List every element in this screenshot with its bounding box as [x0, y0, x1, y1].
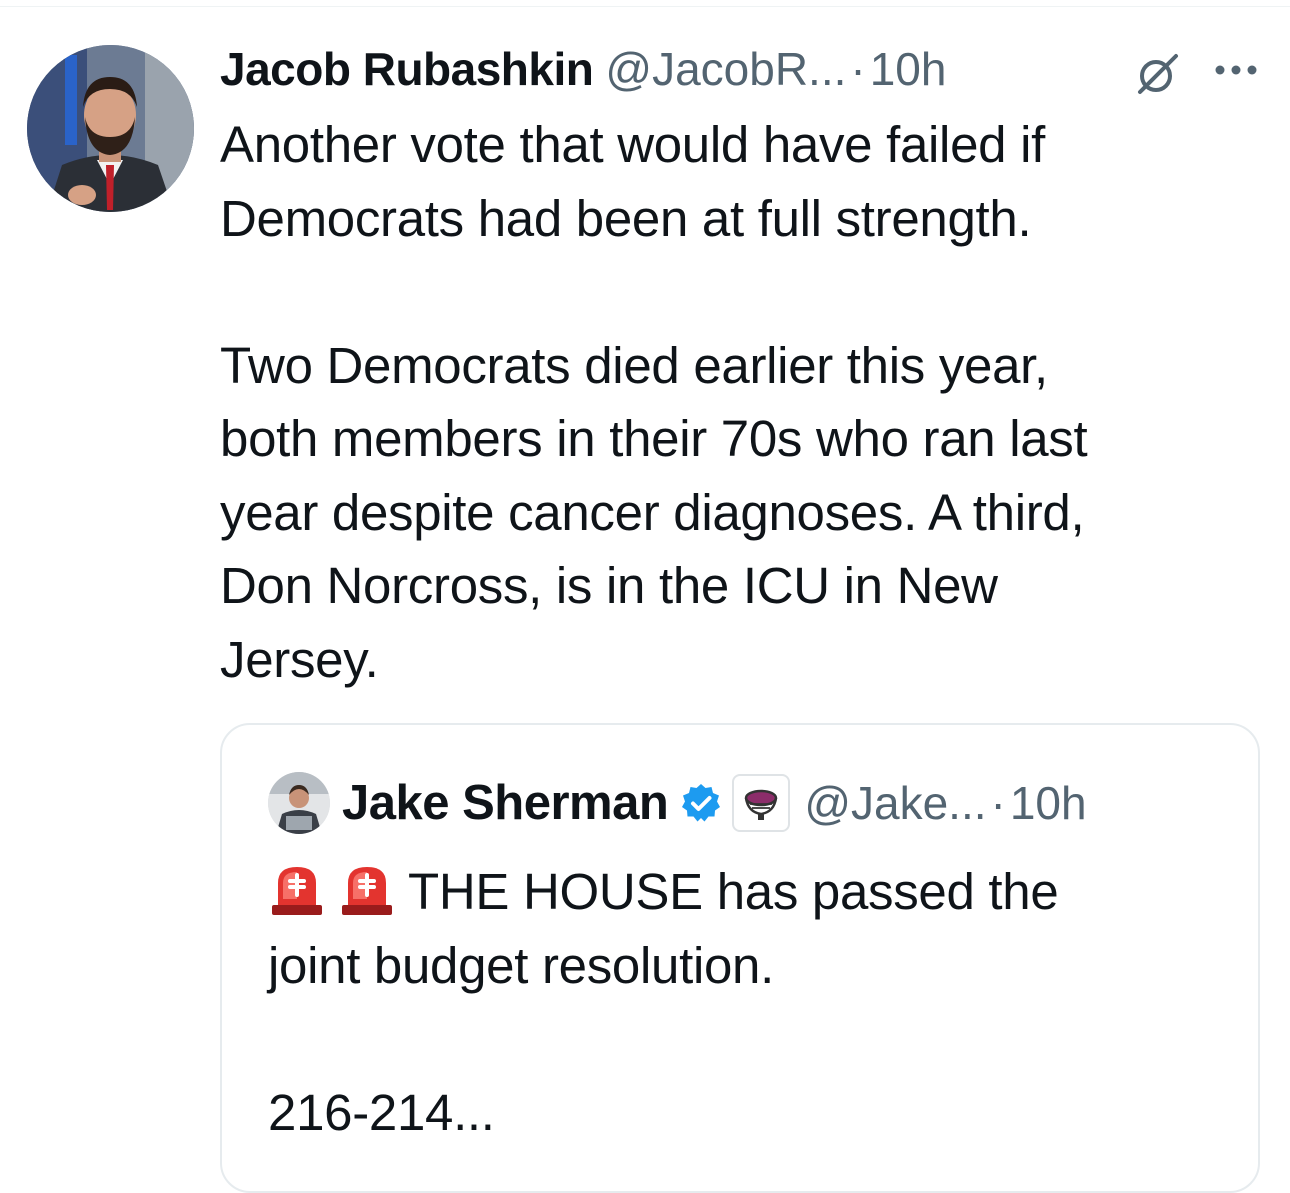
quoted-tweet-first-line: THE HOUSE has passed the: [268, 855, 1228, 929]
quoted-author-handle[interactable]: @Jake...: [804, 776, 986, 830]
author-avatar[interactable]: [27, 45, 194, 212]
verified-badge-icon[interactable]: [680, 782, 722, 824]
grok-icon[interactable]: [1132, 52, 1186, 96]
tweet-text: Another vote that would have failed if D…: [220, 116, 1088, 688]
quoted-tweet-timestamp[interactable]: 10h: [1010, 776, 1087, 830]
quoted-text-line1: THE HOUSE has passed the: [408, 863, 1059, 920]
quoted-avatar-image: [268, 772, 330, 834]
author-name[interactable]: Jacob Rubashkin: [220, 42, 594, 96]
quoted-author-avatar[interactable]: [268, 772, 330, 834]
quoted-text-rest: joint budget resolution. 216-214...: [268, 936, 774, 1141]
affiliate-badge-icon[interactable]: [732, 774, 791, 832]
siren-emoji-icon: [272, 867, 322, 915]
quoted-tweet-header: Jake Sherman @Jake... · 10h: [342, 773, 1087, 833]
top-divider: [0, 6, 1290, 7]
quoted-tweet-card[interactable]: Jake Sherman @Jake... · 10h THE HOUSE ha…: [220, 723, 1260, 1193]
tweet-header: Jacob Rubashkin @JacobR... · 10h: [220, 38, 946, 100]
more-options-icon[interactable]: [1212, 58, 1260, 82]
author-handle[interactable]: @JacobR...: [605, 42, 846, 96]
quoted-separator: ·: [990, 777, 1006, 829]
quoted-tweet-text: THE HOUSE has passed the joint budget re…: [268, 855, 1228, 1149]
quoted-author-name[interactable]: Jake Sherman: [342, 775, 669, 831]
tweet-timestamp[interactable]: 10h: [870, 42, 947, 96]
separator: ·: [850, 43, 866, 95]
siren-emoji-icon: [342, 867, 392, 915]
avatar-image: [27, 45, 194, 212]
